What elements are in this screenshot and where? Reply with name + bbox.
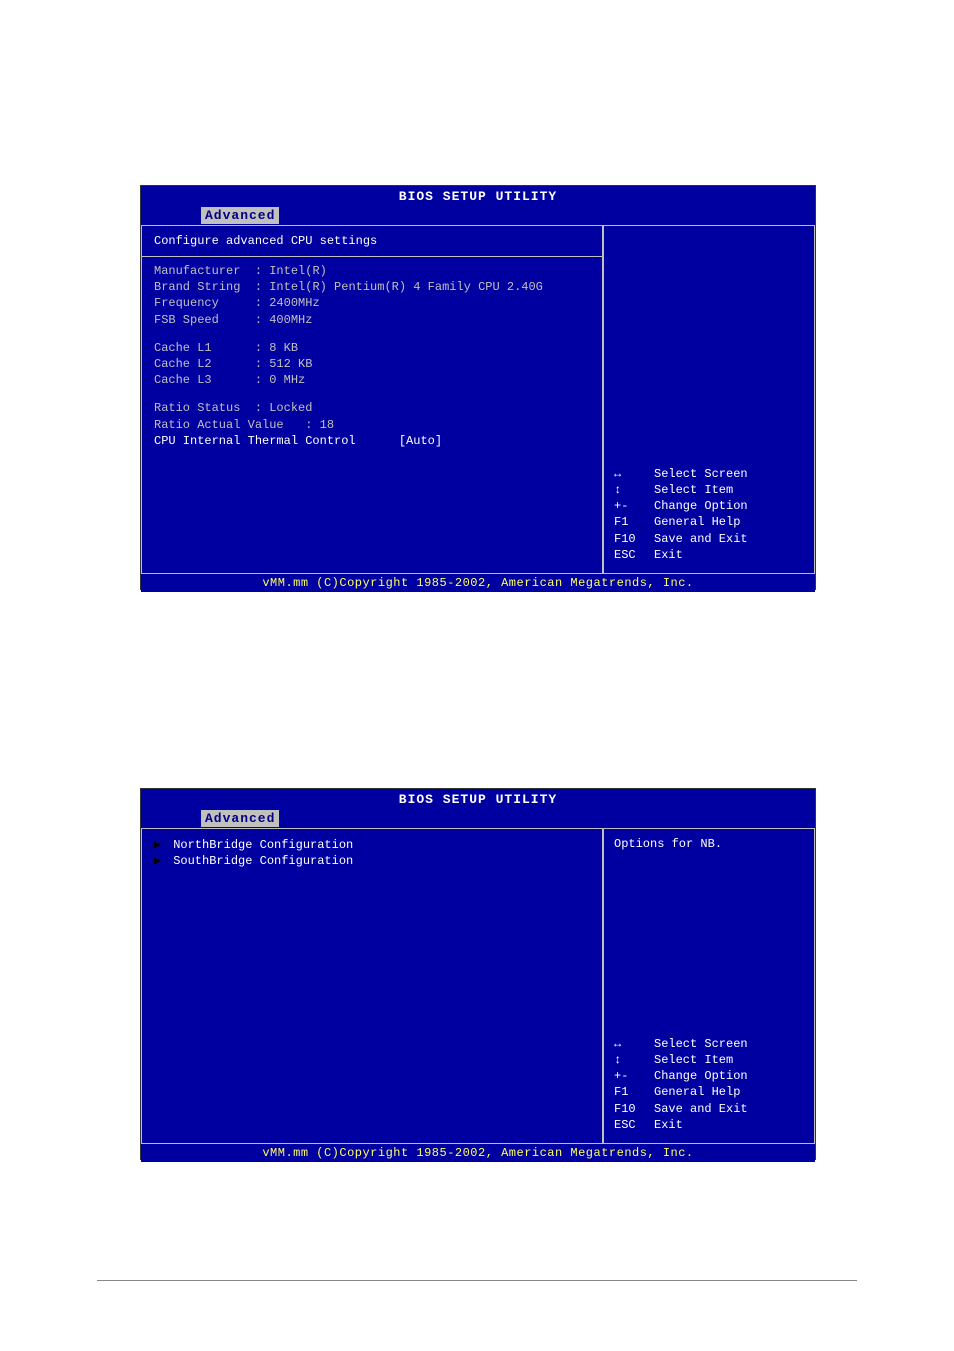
help-select-screen: ↔Select Screen <box>614 466 748 482</box>
help-list: ↔Select Screen ↕Select Item +-Change Opt… <box>614 466 748 563</box>
value: 512 KB <box>269 357 312 371</box>
title-bar: BIOS SETUP UTILITY <box>141 186 815 207</box>
tab-advanced[interactable]: Advanced <box>201 207 279 224</box>
help-text: Save and Exit <box>654 1102 748 1116</box>
help-select-item: ↕Select Item <box>614 482 748 498</box>
key-icon: +- <box>614 498 654 514</box>
right-info-text: Options for NB. <box>614 837 804 851</box>
value: 2400MHz <box>269 296 319 310</box>
arrow-icon: ▶ <box>154 853 166 869</box>
right-panel: Options for NB. ↔Select Screen ↕Select I… <box>603 828 815 1144</box>
row-brand: Brand String : Intel(R) Pentium(R) 4 Fam… <box>154 279 590 295</box>
key-icon: F10 <box>614 531 654 547</box>
value: 400MHz <box>269 313 312 327</box>
tab-row: Advanced <box>141 810 815 828</box>
help-text: General Help <box>654 1085 740 1099</box>
value: 18 <box>320 418 334 432</box>
help-exit: ESCExit <box>614 1117 748 1133</box>
key-icon: +- <box>614 1068 654 1084</box>
submenu-label: SouthBridge Configuration <box>173 854 353 868</box>
value: 8 KB <box>269 341 298 355</box>
key-icon: F10 <box>614 1101 654 1117</box>
help-text: Select Screen <box>654 467 748 481</box>
submenu-southbridge[interactable]: ▶ SouthBridge Configuration <box>154 853 590 869</box>
key-icon: ESC <box>614 547 654 563</box>
key-icon: F1 <box>614 1084 654 1100</box>
label: Brand String <box>154 280 240 294</box>
spacer <box>154 328 590 340</box>
left-panel: ▶ NorthBridge Configuration ▶ SouthBridg… <box>141 828 603 1144</box>
bios-window-1: BIOS SETUP UTILITY Advanced Configure ad… <box>140 185 816 590</box>
label: Ratio Actual Value <box>154 418 284 432</box>
key-icon: ↔ <box>614 466 654 482</box>
help-save-exit: F10Save and Exit <box>614 531 748 547</box>
submenu-label: NorthBridge Configuration <box>173 838 353 852</box>
help-text: Exit <box>654 1118 683 1132</box>
help-text: General Help <box>654 515 740 529</box>
help-text: Select Screen <box>654 1037 748 1051</box>
title-bar: BIOS SETUP UTILITY <box>141 789 815 810</box>
row-l2: Cache L2 : 512 KB <box>154 356 590 372</box>
row-fsb: FSB Speed : 400MHz <box>154 312 590 328</box>
help-text: Save and Exit <box>654 532 748 546</box>
value: Locked <box>269 401 312 415</box>
label: FSB Speed <box>154 313 219 327</box>
help-general-help: F1General Help <box>614 1084 748 1100</box>
label: Cache L1 <box>154 341 212 355</box>
bios-window-2: BIOS SETUP UTILITY Advanced ▶ NorthBridg… <box>140 788 816 1160</box>
body-area: Configure advanced CPU settings Manufact… <box>141 225 815 574</box>
row-manufacturer: Manufacturer : Intel(R) <box>154 263 590 279</box>
key-icon: F1 <box>614 514 654 530</box>
key-icon: ↕ <box>614 1052 654 1068</box>
section-header: Configure advanced CPU settings <box>154 234 590 248</box>
help-save-exit: F10Save and Exit <box>614 1101 748 1117</box>
label: CPU Internal Thermal Control <box>154 434 356 448</box>
spacer <box>154 388 590 400</box>
row-ratio-actual: Ratio Actual Value : 18 <box>154 417 590 433</box>
help-select-item: ↕Select Item <box>614 1052 748 1068</box>
row-ratio-status: Ratio Status : Locked <box>154 400 590 416</box>
label: Frequency <box>154 296 219 310</box>
row-l3: Cache L3 : 0 MHz <box>154 372 590 388</box>
help-text: Exit <box>654 548 683 562</box>
help-select-screen: ↔Select Screen <box>614 1036 748 1052</box>
help-general-help: F1General Help <box>614 514 748 530</box>
key-icon: ESC <box>614 1117 654 1133</box>
label: Cache L2 <box>154 357 212 371</box>
row-thermal[interactable]: CPU Internal Thermal Control [Auto] <box>154 433 590 449</box>
row-l1: Cache L1 : 8 KB <box>154 340 590 356</box>
label: Ratio Status <box>154 401 240 415</box>
help-text: Select Item <box>654 483 733 497</box>
label: Cache L3 <box>154 373 212 387</box>
footer: vMM.mm (C)Copyright 1985-2002, American … <box>141 574 815 592</box>
value: Intel(R) Pentium(R) 4 Family CPU 2.40G <box>269 280 543 294</box>
help-text: Select Item <box>654 1053 733 1067</box>
right-panel: ↔Select Screen ↕Select Item +-Change Opt… <box>603 225 815 574</box>
value: 0 MHz <box>269 373 305 387</box>
help-exit: ESCExit <box>614 547 748 563</box>
footer: vMM.mm (C)Copyright 1985-2002, American … <box>141 1144 815 1162</box>
left-panel: Configure advanced CPU settings Manufact… <box>141 225 603 574</box>
label: Manufacturer <box>154 264 240 278</box>
help-text: Change Option <box>654 499 748 513</box>
value: Intel(R) <box>269 264 327 278</box>
row-frequency: Frequency : 2400MHz <box>154 295 590 311</box>
help-change-option: +-Change Option <box>614 1068 748 1084</box>
key-icon: ↔ <box>614 1036 654 1052</box>
tab-advanced[interactable]: Advanced <box>201 810 279 827</box>
page-divider <box>97 1280 857 1281</box>
help-list: ↔Select Screen ↕Select Item +-Change Opt… <box>614 1036 748 1133</box>
value: [Auto] <box>399 434 442 448</box>
divider <box>142 256 602 257</box>
help-text: Change Option <box>654 1069 748 1083</box>
submenu-northbridge[interactable]: ▶ NorthBridge Configuration <box>154 837 590 853</box>
body-area: ▶ NorthBridge Configuration ▶ SouthBridg… <box>141 828 815 1144</box>
help-change-option: +-Change Option <box>614 498 748 514</box>
arrow-icon: ▶ <box>154 837 166 853</box>
tab-row: Advanced <box>141 207 815 225</box>
key-icon: ↕ <box>614 482 654 498</box>
